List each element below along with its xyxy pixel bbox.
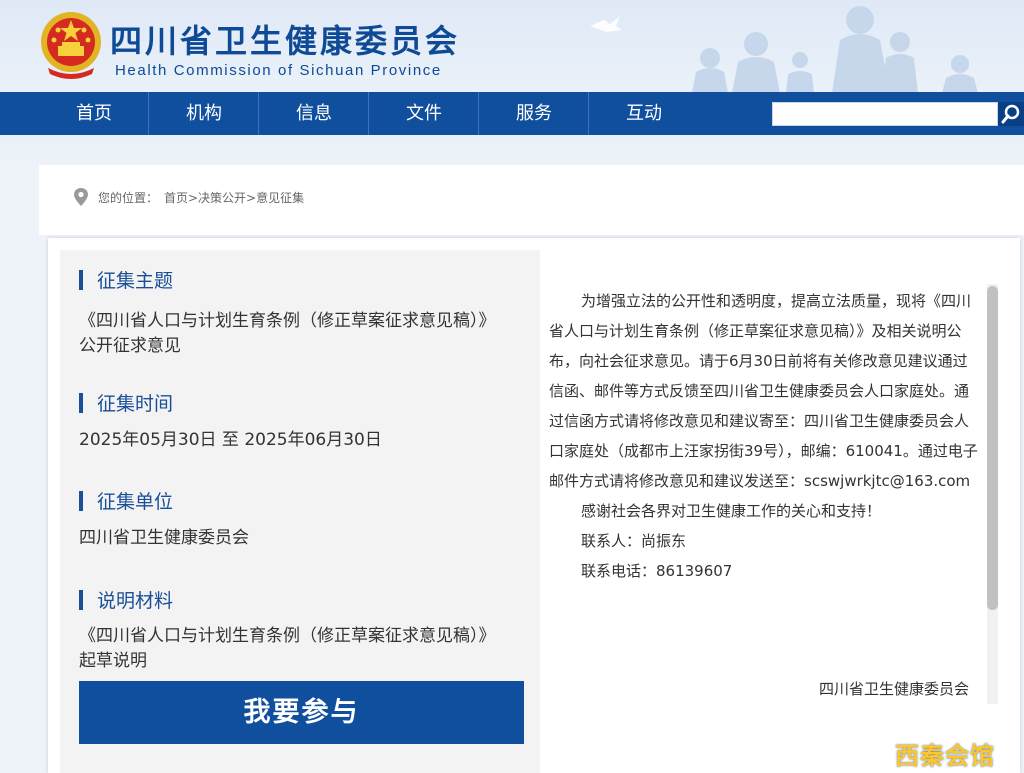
title-bar-decoration (79, 590, 83, 610)
section-title-topic: 征集主题 (79, 266, 173, 292)
contact-phone: 联系电话：86139607 (581, 562, 733, 580)
title-bar-decoration (79, 393, 83, 413)
scrollbar-thumb[interactable] (987, 286, 998, 610)
search-input[interactable] (772, 102, 998, 126)
site-subtitle: Health Commission of Sichuan Province (115, 62, 442, 79)
nav-item-home[interactable]: 首页 (39, 92, 149, 135)
participate-button[interactable]: 我要参与 (79, 681, 524, 744)
watermark-text: 西秦会馆 (895, 742, 995, 770)
material-link[interactable]: 《四川省人口与计划生育条例（修正草案征求意见稿）》起草说明 (79, 624, 499, 674)
section-title-unit: 征集单位 (79, 487, 173, 513)
title-bar-decoration (79, 270, 83, 290)
section-title-text: 征集时间 (97, 393, 174, 415)
national-emblem-logo (41, 12, 101, 79)
nav-item-interaction[interactable]: 互动 (589, 92, 699, 135)
notice-body: 为增强立法的公开性和透明度，提高立法质量，现将《四川省人口与计划生育条例（修正草… (549, 286, 981, 586)
section-title-text: 说明材料 (97, 590, 174, 612)
site-header: 四川省卫生健康委员会 Health Commission of Sichuan … (0, 0, 1024, 93)
nav-item-documents[interactable]: 文件 (369, 92, 479, 135)
title-bar-decoration (79, 491, 83, 511)
section-title-text: 征集主题 (97, 270, 174, 292)
notice-paragraph: 为增强立法的公开性和透明度，提高立法质量，现将《四川省人口与计划生育条例（修正草… (549, 292, 978, 490)
site-title: 四川省卫生健康委员会 (110, 22, 461, 60)
topic-text: 《四川省人口与计划生育条例（修正草案征求意见稿）》公开征求意见 (79, 311, 496, 356)
notice-thanks: 感谢社会各界对卫生健康工作的关心和支持！ (581, 502, 882, 520)
family-silhouette-image (590, 6, 978, 93)
section-title-material: 说明材料 (79, 586, 173, 612)
section-title-text: 征集单位 (97, 491, 174, 513)
notice-signature: 四川省卫生健康委员会 (819, 680, 970, 698)
breadcrumb-path[interactable]: 首页>决策公开>意见征集 (164, 189, 304, 206)
time-text: 2025年05月30日 至 2025年06月30日 (79, 430, 382, 450)
nav-item-information[interactable]: 信息 (259, 92, 369, 135)
location-pin-icon (74, 188, 88, 206)
search-icon (1001, 104, 1020, 124)
breadcrumb-label: 您的位置： (98, 191, 159, 205)
contact-person: 联系人：尚振东 (581, 532, 687, 550)
search-button[interactable] (998, 102, 1024, 126)
nav-item-organization[interactable]: 机构 (149, 92, 259, 135)
page-background (0, 135, 1024, 165)
section-title-time: 征集时间 (79, 389, 173, 415)
nav-item-services[interactable]: 服务 (479, 92, 589, 135)
unit-text: 四川省卫生健康委员会 (79, 528, 249, 548)
